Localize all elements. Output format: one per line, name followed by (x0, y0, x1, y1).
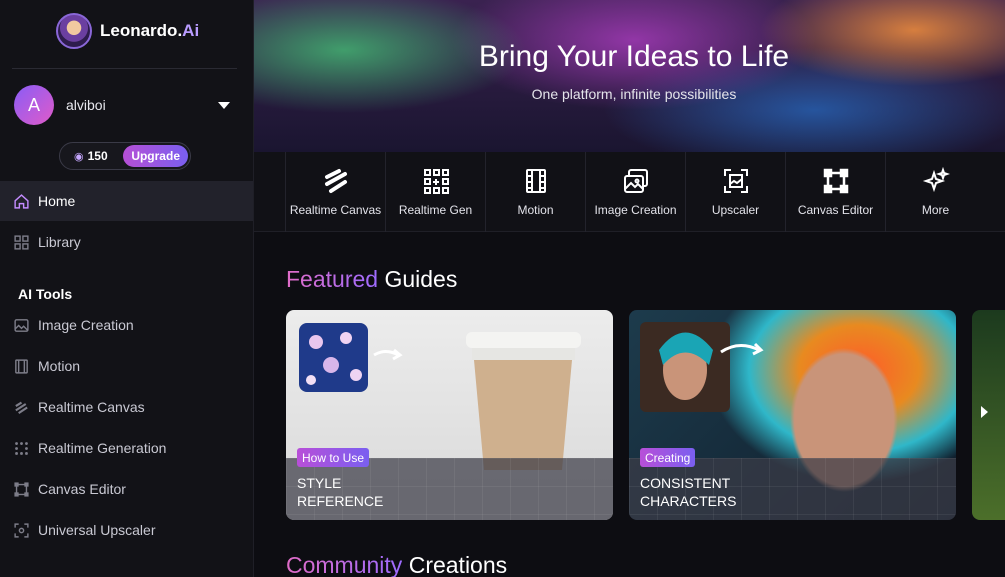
sidebar-item-label: Motion (38, 358, 81, 374)
tool-label: More (921, 203, 950, 217)
dots-grid-icon (12, 439, 30, 457)
sidebar-item-realtime-generation[interactable]: Realtime Generation (0, 428, 253, 468)
sidebar-item-motion[interactable]: Motion (0, 346, 253, 386)
featured-guides-heading: Featured Guides (286, 266, 458, 292)
divider (12, 68, 237, 69)
tool-canvas-editor[interactable]: Canvas Editor (785, 152, 885, 232)
image-icon (622, 167, 650, 195)
sidebar-item-label: Library (38, 234, 81, 250)
upscaler-icon (722, 167, 750, 195)
tools-bar: Realtime Canvas Realtime Gen Motion Imag… (254, 152, 1005, 232)
image-icon (12, 316, 30, 334)
main-content: Bring Your Ideas to Life One platform, i… (254, 0, 1005, 577)
sparkle-icon (922, 167, 950, 195)
sidebar-item-library[interactable]: Library (0, 222, 253, 262)
guide-card-partial[interactable] (972, 310, 1005, 520)
upscaler-icon (12, 521, 30, 539)
brush-strokes-icon (12, 398, 30, 416)
guide-title: STYLE REFERENCE (297, 475, 384, 509)
upgrade-button[interactable]: Upgrade (123, 145, 188, 167)
film-icon (522, 167, 550, 195)
tool-label: Canvas Editor (797, 203, 874, 217)
guide-card-image (299, 323, 581, 470)
sidebar-item-home[interactable]: Home (0, 181, 253, 221)
avatar: A (14, 85, 54, 125)
guide-title: CONSISTENT CHARACTERS (640, 475, 737, 509)
sidebar-item-label: Home (38, 193, 76, 209)
home-icon (12, 192, 30, 210)
chevron-down-icon[interactable] (218, 101, 230, 109)
tool-realtime-gen[interactable]: Realtime Gen (385, 152, 485, 232)
logo-icon (56, 13, 92, 49)
sidebar-item-realtime-canvas[interactable]: Realtime Canvas (0, 387, 253, 427)
community-creations-heading: Community Creations (286, 552, 508, 577)
tool-label: Realtime Canvas (289, 203, 382, 217)
hero-title: Bring Your Ideas to Life (478, 40, 790, 73)
guide-card-style-reference[interactable]: How to Use STYLE REFERENCE (286, 310, 613, 520)
sidebar-item-canvas-editor[interactable]: Canvas Editor (0, 469, 253, 509)
sidebar-item-label: Canvas Editor (38, 481, 126, 497)
carousel-next-icon[interactable] (981, 406, 988, 418)
realtime-canvas-icon (322, 167, 350, 195)
tool-label: Realtime Gen (398, 203, 473, 217)
token-balance: ◉ 150 Upgrade (59, 142, 191, 170)
guide-card-consistent-characters[interactable]: Creating CONSISTENT CHARACTERS (629, 310, 956, 520)
tool-more[interactable]: More (885, 152, 985, 232)
tool-upscaler[interactable]: Upscaler (685, 152, 785, 232)
brand-logo[interactable]: Leonardo.Ai (56, 12, 199, 50)
guide-tag: How to Use (297, 448, 370, 467)
sidebar-item-image-creation[interactable]: Image Creation (0, 305, 253, 345)
sidebar-item-label: Image Creation (38, 317, 134, 333)
token-count: 150 (87, 149, 108, 163)
crop-frame-icon (12, 480, 30, 498)
grid-icon (12, 233, 30, 251)
canvas-editor-icon (822, 167, 850, 195)
hero-subtitle: One platform, infinite possibilities (531, 86, 737, 102)
sidebar-item-label: Realtime Canvas (38, 399, 145, 415)
film-icon (12, 357, 30, 375)
tool-label: Upscaler (711, 203, 760, 217)
tool-motion[interactable]: Motion (485, 152, 585, 232)
realtime-gen-icon (422, 167, 450, 195)
sidebar: Leonardo.Ai A alviboi ◉ 150 Upgrade Home… (0, 0, 254, 577)
user-menu[interactable]: A alviboi (14, 85, 234, 125)
hero-banner: Bring Your Ideas to Life One platform, i… (254, 0, 1005, 152)
username: alviboi (66, 97, 106, 113)
tool-label: Motion (517, 203, 554, 217)
brand-name: Leonardo.Ai (100, 21, 200, 40)
sidebar-item-label: Universal Upscaler (38, 522, 156, 538)
token-icon: ◉ (74, 150, 84, 163)
tool-image-creation[interactable]: Image Creation (585, 152, 685, 232)
sidebar-item-label: Realtime Generation (38, 440, 167, 456)
guide-card-image (640, 322, 764, 412)
tool-realtime-canvas[interactable]: Realtime Canvas (285, 152, 385, 232)
app-root: Leonardo.Ai A alviboi ◉ 150 Upgrade Home… (0, 0, 1005, 577)
sidebar-item-universal-upscaler[interactable]: Universal Upscaler (0, 510, 253, 550)
tool-label: Image Creation (594, 203, 677, 217)
guide-tag: Creating (640, 448, 696, 467)
ai-tools-heading: AI Tools (18, 286, 73, 302)
